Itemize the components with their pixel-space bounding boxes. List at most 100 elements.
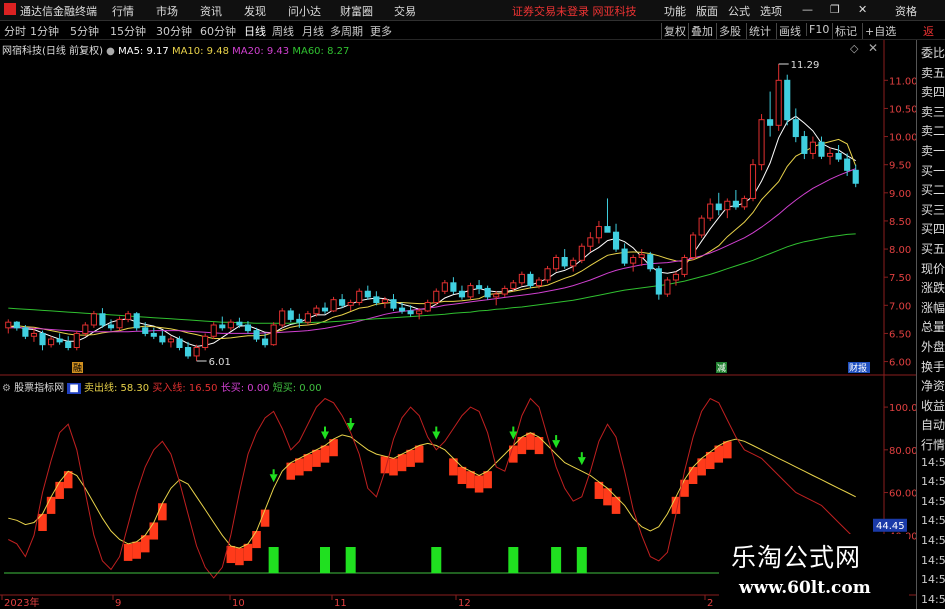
indicator-red-bar <box>235 548 244 566</box>
side-panel-item[interactable]: 卖二 <box>921 122 945 139</box>
side-panel-item[interactable]: 14:50 <box>921 554 945 567</box>
side-panel-item[interactable]: 买五 <box>921 240 945 257</box>
price-tick-label: 8.50 <box>889 217 911 228</box>
candle-body <box>39 332 46 346</box>
side-panel-item[interactable]: 14:50 <box>921 514 945 527</box>
candle-body <box>244 324 252 332</box>
side-panel-item[interactable]: 卖一 <box>921 142 945 159</box>
candle-body <box>227 321 234 329</box>
candle-body <box>792 119 799 138</box>
candle-body <box>630 257 637 264</box>
indicator-red-bar <box>226 545 236 564</box>
candle-body <box>356 290 363 303</box>
candle-body <box>65 341 72 348</box>
candle-body <box>732 200 739 208</box>
candle-body <box>5 321 12 329</box>
candle-body <box>373 296 380 303</box>
kline-chart[interactable]: 11.00 10.50 10.00 9.50 9.00 8.50 8.00 7.50 7.00 6… <box>0 0 945 609</box>
side-panel-item[interactable]: 涨幅 <box>921 299 945 316</box>
candle-body <box>544 268 551 281</box>
candle-body <box>844 158 851 171</box>
candle-body <box>82 324 89 334</box>
candle-body <box>852 169 859 184</box>
side-panel-item[interactable]: 外盘 <box>921 338 945 355</box>
candle-body <box>150 332 157 337</box>
candle-body <box>818 141 825 157</box>
candle-body <box>501 287 508 295</box>
candle-body <box>801 136 808 154</box>
candle-body <box>210 324 217 337</box>
candle-body <box>253 330 260 340</box>
candle-body <box>724 200 731 211</box>
candle-body <box>433 290 440 303</box>
side-panel-item[interactable]: 卖四 <box>921 83 945 100</box>
time-tick-label: 12 <box>458 598 471 609</box>
indicator-red-bar <box>63 471 73 489</box>
candle-body <box>458 290 466 298</box>
indicator-red-bar <box>483 471 492 489</box>
side-panel-item[interactable]: 涨跌 <box>921 279 945 296</box>
time-tick-label: 2 <box>707 598 713 609</box>
indicator-red-bar <box>312 449 321 467</box>
side-panel-item[interactable]: 换手 <box>921 358 945 375</box>
watermark: 乐淘公式网 www.60lt.com <box>719 534 909 609</box>
side-panel-item[interactable]: 净资 <box>921 377 945 394</box>
candle-body <box>398 307 406 312</box>
side-panel-item[interactable]: 14:50 <box>921 534 945 547</box>
candle-body <box>510 282 517 289</box>
side-panel-item[interactable]: 卖五 <box>921 64 945 81</box>
candle-body <box>638 254 645 258</box>
candle-body <box>48 338 55 346</box>
candle-body <box>578 245 585 261</box>
candle-body <box>561 257 568 267</box>
side-panel-item[interactable]: 买三 <box>921 201 945 218</box>
price-tick-label: 6.00 <box>889 358 911 369</box>
candle-body <box>202 335 209 348</box>
side-panel-item[interactable]: 现价 <box>921 260 945 277</box>
candle-body <box>758 119 765 166</box>
candle-body <box>707 203 714 219</box>
side-panel-item[interactable]: 自动 <box>921 416 945 433</box>
candle-body <box>450 282 457 292</box>
high-label: 11.29 <box>791 60 820 71</box>
candle-body <box>587 237 594 247</box>
side-panel-item[interactable]: 总量 <box>921 318 945 335</box>
candle-body <box>484 287 491 298</box>
side-panel-item[interactable]: 买四 <box>921 220 945 237</box>
candle-body <box>296 318 303 323</box>
side-panel-item[interactable]: 买一 <box>921 162 945 179</box>
side-panel-item[interactable]: 14:50 <box>921 456 945 469</box>
candle-body <box>784 79 791 121</box>
side-panel-item[interactable]: 卖三 <box>921 103 945 120</box>
candle-body <box>133 313 140 329</box>
candle-body <box>664 279 671 295</box>
candle-body <box>612 231 620 250</box>
candle-body <box>13 321 20 329</box>
short-buy-bar <box>320 547 330 573</box>
candle-body <box>535 279 543 287</box>
side-panel-item[interactable]: 14:50 <box>921 593 945 606</box>
candle-body <box>407 310 414 315</box>
indicator-tick-label: 60.00 <box>889 489 918 500</box>
indicator-red-bar <box>158 503 167 521</box>
short-buy-bar <box>576 547 587 573</box>
candle-body <box>621 248 628 264</box>
side-panel-item[interactable]: 14:50 <box>921 573 945 586</box>
candle-body <box>142 327 149 334</box>
candle-body <box>30 332 38 337</box>
side-panel-item[interactable]: 委比 <box>921 44 945 61</box>
side-panel-item[interactable]: 14:50 <box>921 475 945 488</box>
candle-body <box>313 307 320 315</box>
side-panel-item[interactable]: 行情 <box>921 436 945 453</box>
indicator-red-bar <box>149 522 159 540</box>
candle-body <box>330 299 337 312</box>
side-panel-item[interactable]: 收益 <box>921 397 945 414</box>
time-tick-label: 11 <box>334 598 347 609</box>
candle-body <box>604 226 611 233</box>
indicator-red-bar <box>397 454 407 472</box>
candle-body <box>262 338 269 346</box>
price-tick-label: 10.00 <box>889 133 918 144</box>
side-panel-item[interactable]: 买二 <box>921 181 945 198</box>
price-tick-label: 11.00 <box>889 76 918 87</box>
side-panel-item[interactable]: 14:50 <box>921 495 945 508</box>
